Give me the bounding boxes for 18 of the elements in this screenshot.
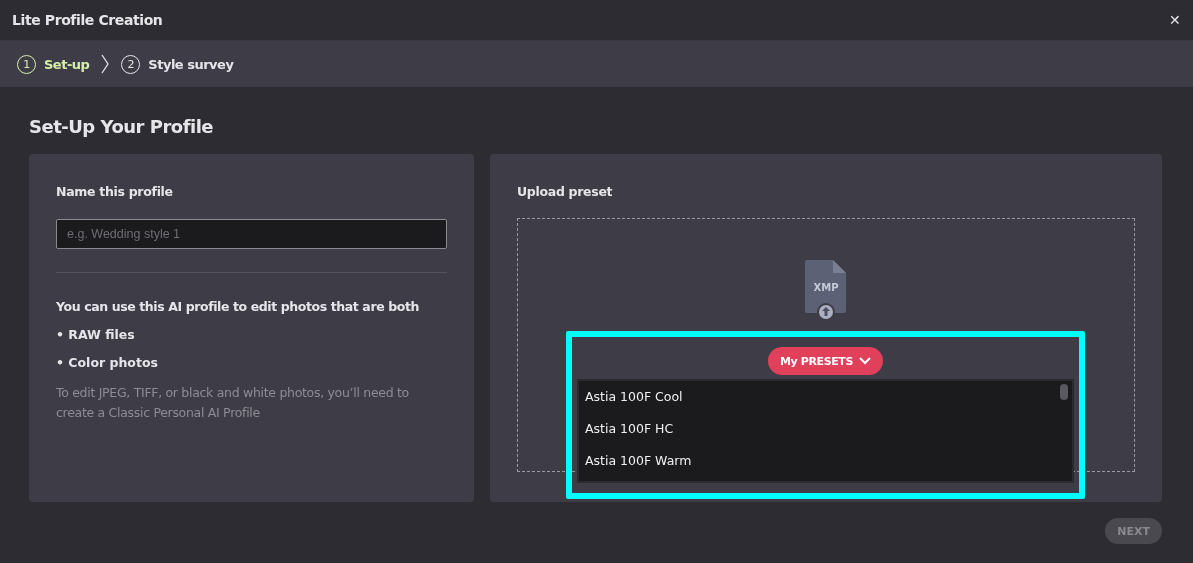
close-button[interactable]: ✕	[1169, 12, 1181, 28]
field-label: Upload preset	[517, 184, 614, 199]
step-tab[interactable]: 2 Style survey	[121, 54, 234, 74]
intro-text: You can use this AI profile to edit photos that are both	[56, 299, 420, 314]
window-title: Lite Profile Creation	[12, 12, 163, 28]
input-field[interactable]: e.g. Wedding style 1	[56, 219, 447, 249]
caret-icon	[858, 357, 871, 365]
preset-item[interactable]: Astia 100F Cool	[585, 384, 1054, 416]
scrollbar-thumb[interactable]	[1060, 384, 1068, 400]
note-text: To edit JPEG, TIFF, or black and white photos, you’ll need to create a Classic Personal AI Profile	[56, 384, 410, 422]
chevron-icon	[101, 54, 110, 74]
bullet-item: • RAW files	[56, 327, 136, 342]
bullet-item: • Color photos	[56, 355, 159, 370]
field-label: Name this profile	[56, 184, 174, 199]
presets-dropdown[interactable]: My PRESETS	[768, 347, 883, 375]
step-tab[interactable]: 1 Set-up	[17, 54, 90, 74]
preset-item[interactable]: Astia 100F HC	[585, 416, 1054, 448]
page-heading: Set-Up Your Profile	[29, 116, 215, 137]
